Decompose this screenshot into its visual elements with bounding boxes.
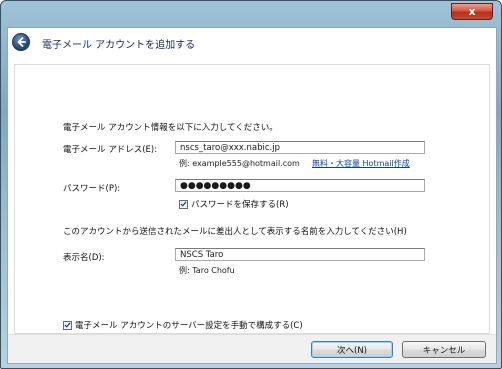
back-arrow-icon	[17, 37, 26, 47]
dialog-window: x 電子メール アカウントを追加する 電子メール アカウント情報を以下に入力して…	[0, 0, 502, 369]
display-name-prompt: このアカウントから送信されたメールに差出人として表示する名前を入力してください(…	[63, 227, 407, 237]
close-button[interactable]: x	[451, 3, 493, 20]
page-title: 電子メール アカウントを追加する	[42, 40, 196, 51]
manual-config-label: 電子メール アカウントのサーバー設定を手動で構成する(C)	[75, 321, 303, 331]
button-bar: 次へ(N) キャンセル	[8, 334, 496, 363]
email-input[interactable]: nscs_taro@xxx.nabic.jp	[175, 141, 425, 154]
password-input[interactable]: ●●●●●●●●●	[175, 179, 425, 192]
display-name-example: 例: Taro Chofu	[179, 266, 235, 275]
email-example: 例: example555@hotmail.com	[179, 159, 300, 168]
remember-password-checkbox[interactable]	[179, 199, 188, 209]
manual-config-checkbox[interactable]	[63, 320, 72, 330]
title-bar[interactable]: x	[1, 1, 501, 27]
cancel-button[interactable]: キャンセル	[402, 341, 486, 358]
back-button[interactable]	[12, 33, 30, 51]
display-name-input[interactable]: NSCS Taro	[175, 248, 425, 261]
remember-password-row[interactable]: パスワードを保存する(R)	[179, 198, 289, 210]
checkmark-icon	[64, 322, 71, 328]
next-button[interactable]: 次へ(N)	[311, 341, 393, 358]
remember-password-label: パスワードを保存する(R)	[191, 200, 289, 210]
checkmark-icon	[180, 201, 187, 207]
display-name-label: 表示名(D):	[63, 253, 105, 263]
manual-config-row[interactable]: 電子メール アカウントのサーバー設定を手動で構成する(C)	[63, 319, 303, 331]
dialog-content: 電子メール アカウントを追加する 電子メール アカウント情報を以下に入力してくだ…	[7, 27, 497, 364]
hotmail-link[interactable]: 無料・大容量 Hotmail作成	[312, 158, 410, 169]
intro-text: 電子メール アカウント情報を以下に入力してください。	[63, 123, 278, 133]
password-label: パスワード(P):	[63, 184, 121, 194]
email-label: 電子メール アドレス(E):	[63, 145, 158, 155]
close-icon: x	[468, 5, 476, 18]
form-panel: 電子メール アカウント情報を以下に入力してください。 電子メール アドレス(E)…	[14, 64, 490, 334]
